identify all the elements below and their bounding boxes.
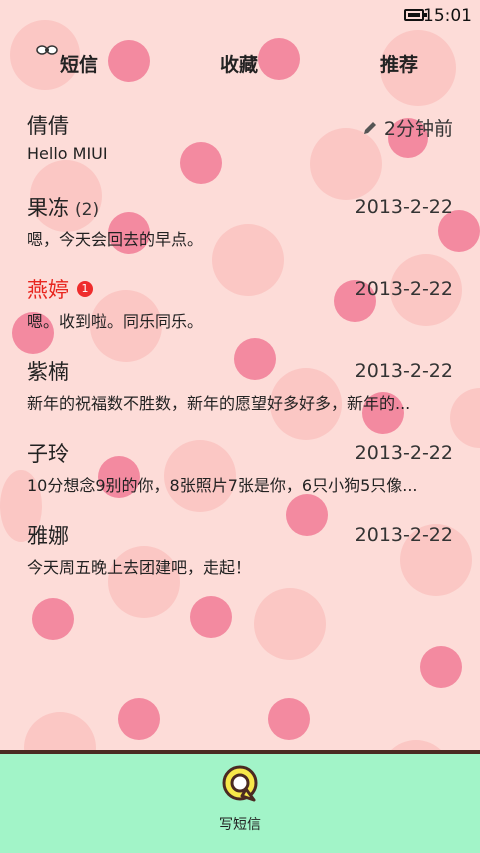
tab-bar: 短信 收藏 推荐 (0, 40, 480, 90)
message-count: (2) (75, 200, 100, 220)
contact-name: 倩倩 (27, 114, 69, 138)
conversation-item[interactable]: 雅娜 2013-2-22 今天周五晚上去团建吧，走起！ (0, 510, 480, 592)
conversation-list: 倩倩 2分钟前 Hello MIUI 果冻 (2) 2013-2-22 嗯，今天会… (0, 100, 480, 592)
bottom-bar: 写短信 (0, 750, 480, 853)
message-time: 2分钟前 (362, 114, 453, 141)
pencil-icon (363, 121, 376, 134)
tab-recommended[interactable]: 推荐 (380, 50, 418, 77)
message-preview: 新年的祝福数不胜数，新年的愿望好多好多，新年的... (27, 394, 411, 413)
battery-icon (404, 9, 427, 21)
bow-icon (36, 45, 58, 55)
message-preview: 嗯。收到啦。同乐同乐。 (27, 312, 204, 331)
contact-name: 燕婷 1 (27, 274, 93, 304)
message-time: 2013-2-22 (354, 196, 453, 218)
conversation-item[interactable]: 紫楠 2013-2-22 新年的祝福数不胜数，新年的愿望好多好多，新年的... (0, 346, 480, 428)
conversation-item[interactable]: 果冻 (2) 2013-2-22 嗯，今天会回去的早点。 (0, 182, 480, 264)
message-preview: Hello MIUI (27, 144, 108, 163)
tab-favorites[interactable]: 收藏 (220, 50, 258, 77)
message-time: 2013-2-22 (354, 360, 453, 382)
unread-badge: 1 (77, 281, 93, 297)
contact-name: 雅娜 (27, 524, 69, 548)
message-time: 2013-2-22 (354, 442, 453, 464)
conversation-item[interactable]: 倩倩 2分钟前 Hello MIUI (0, 100, 480, 182)
message-preview: 嗯，今天会回去的早点。 (27, 230, 204, 249)
conversation-item[interactable]: 子玲 2013-2-22 10分想念9别的你，8张照片7张是你，6只小狗5只像.… (0, 428, 480, 510)
tab-messages[interactable]: 短信 (60, 50, 98, 77)
compose-button-label[interactable]: 写短信 (0, 814, 480, 834)
conversation-item[interactable]: 燕婷 1 2013-2-22 嗯。收到啦。同乐同乐。 (0, 264, 480, 346)
message-preview: 10分想念9别的你，8张照片7张是你，6只小狗5只像... (27, 476, 418, 495)
contact-name: 果冻 (2) (27, 196, 100, 220)
contact-name: 子玲 (27, 442, 69, 466)
message-time: 2013-2-22 (354, 524, 453, 546)
status-bar: 15:01 (0, 0, 480, 34)
status-clock: 15:01 (423, 6, 472, 26)
compose-message-icon[interactable] (220, 764, 260, 804)
message-preview: 今天周五晚上去团建吧，走起！ (27, 558, 252, 577)
contact-name: 紫楠 (27, 360, 69, 384)
message-time: 2013-2-22 (354, 278, 453, 300)
